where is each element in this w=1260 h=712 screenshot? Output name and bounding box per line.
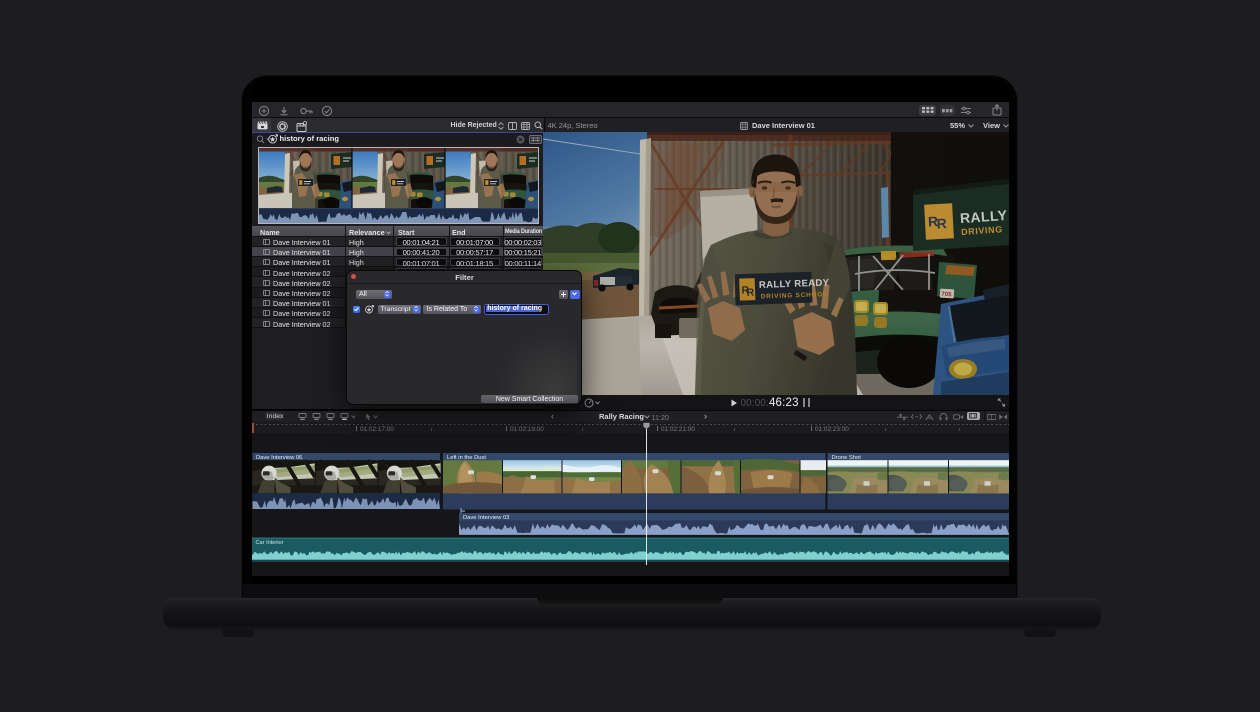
svg-text:Dave Interview 06: Dave Interview 06 [256, 455, 302, 461]
svg-text:Car Interior: Car Interior [256, 540, 284, 546]
svg-text:Drone Shot: Drone Shot [832, 455, 862, 461]
svg-text:Left in the Dust: Left in the Dust [447, 455, 486, 461]
svg-text:Dave Interview 03: Dave Interview 03 [463, 515, 509, 521]
